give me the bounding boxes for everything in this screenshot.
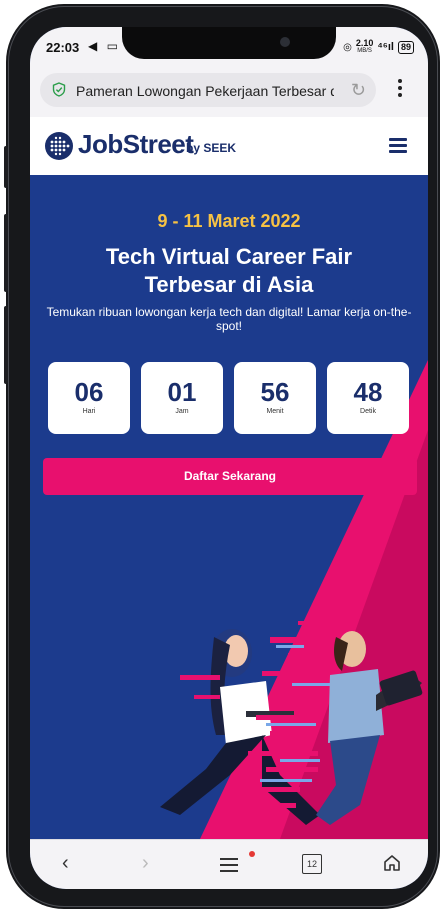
hero-section: 9 - 11 Maret 2022 Tech Virtual Career Fa… — [30, 175, 428, 839]
event-title-line-1: Tech Virtual Career Fair — [105, 244, 353, 269]
side-button-left-2 — [4, 214, 8, 292]
countdown-hours-value: 01 — [167, 377, 197, 407]
event-title-line-2: Terbesar di Asia — [144, 272, 314, 297]
forward-icon[interactable]: › — [142, 852, 149, 875]
countdown-days: 06 Hari — [48, 362, 130, 434]
url-text[interactable]: Pameran Lowongan Pekerjaan Terbesar di .… — [76, 83, 334, 99]
countdown-minutes: 56 Menit — [234, 362, 316, 434]
reload-icon[interactable]: ↻ — [351, 80, 366, 101]
countdown-days-value: 06 — [74, 377, 104, 407]
phone-screen: 22:03 ◀ ▭ ⊕ ◎ 2.10 MB/S ⁴⁶ıl 89 Pameran … — [30, 27, 428, 889]
status-time: 22:03 — [46, 40, 80, 55]
event-title: Tech Virtual Career Fair Terbesar di Asi… — [30, 243, 428, 299]
back-icon[interactable]: ‹ — [62, 852, 69, 875]
camera-notch — [122, 27, 336, 59]
location-icon: ◎ — [343, 41, 352, 53]
countdown-seconds-label: Detik — [360, 408, 376, 415]
event-subtitle: Temukan ribuan lowongan kerja tech dan d… — [46, 305, 412, 333]
countdown-hours: 01 Jam — [141, 362, 223, 434]
home-icon[interactable] — [382, 853, 402, 873]
site-header: JobStreet by SEEK — [30, 117, 428, 176]
status-right-icons: ◎ 2.10 MB/S ⁴⁶ıl 89 — [343, 39, 414, 55]
browser-bottom-nav: ‹ › 12 — [30, 839, 428, 889]
register-button[interactable]: Daftar Sekarang — [43, 458, 417, 495]
jobstreet-logo-text[interactable]: JobStreet — [78, 129, 194, 160]
net-speed: 2.10 MB/S — [356, 39, 374, 55]
tabs-icon[interactable]: 12 — [302, 854, 322, 874]
countdown-seconds: 48 Detik — [327, 362, 409, 434]
hamburger-menu-icon[interactable] — [389, 138, 407, 153]
signal-icon: ⁴⁶ıl — [377, 41, 394, 53]
front-camera — [280, 37, 290, 47]
notification-dot — [249, 851, 255, 857]
shield-check-icon[interactable] — [52, 82, 66, 97]
browser-address-bar: Pameran Lowongan Pekerjaan Terbesar di .… — [30, 67, 428, 117]
side-button-left-1 — [4, 146, 8, 188]
countdown-hours-label: Jam — [175, 408, 189, 415]
url-field[interactable]: Pameran Lowongan Pekerjaan Terbesar di .… — [40, 73, 376, 107]
logo-by-seek: by SEEK — [186, 141, 237, 155]
countdown-days-label: Hari — [82, 408, 96, 415]
side-button-left-3 — [4, 306, 8, 384]
menu-icon[interactable] — [220, 858, 238, 872]
countdown-seconds-value: 48 — [353, 377, 383, 407]
countdown-minutes-label: Menit — [266, 408, 284, 415]
countdown-minutes-value: 56 — [260, 377, 290, 407]
net-speed-unit: MB/S — [357, 48, 372, 54]
jobstreet-logo-icon[interactable] — [44, 131, 74, 161]
event-date: 9 - 11 Maret 2022 — [157, 211, 301, 231]
browser-menu-icon[interactable] — [394, 77, 406, 101]
net-speed-value: 2.10 — [355, 38, 374, 48]
battery-icon: 89 — [397, 40, 414, 54]
